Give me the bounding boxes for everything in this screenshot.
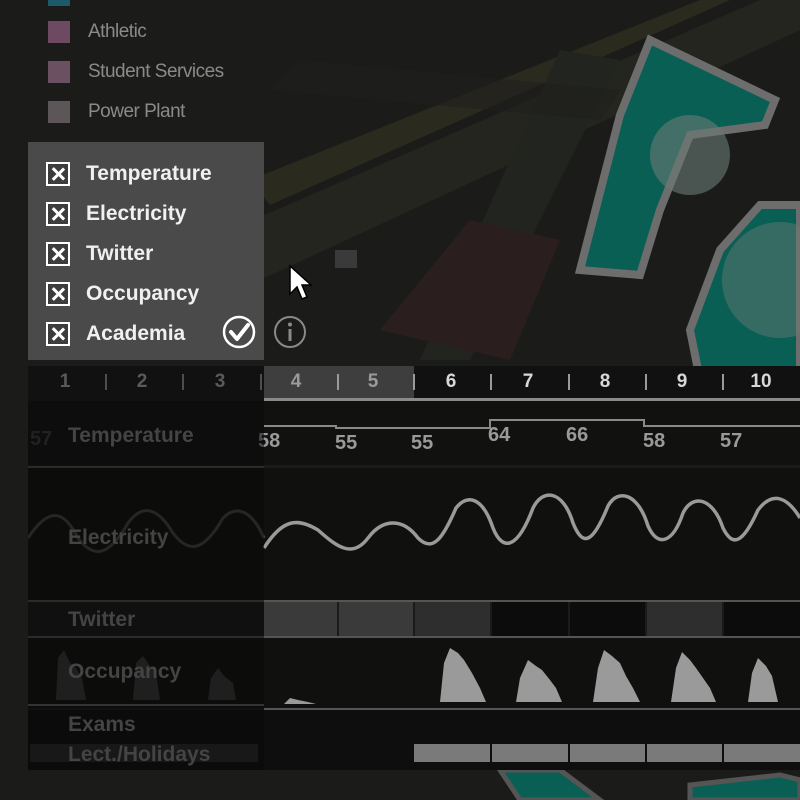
week-label-4[interactable]: 4 <box>271 366 321 398</box>
legend-label: Student Services <box>88 61 224 82</box>
week-label-7[interactable]: 7 <box>503 366 553 398</box>
week-divider <box>490 374 492 390</box>
layer-toggle-electricity[interactable]: Electricity <box>46 200 186 228</box>
checkbox-checked-icon[interactable] <box>46 322 70 346</box>
layer-label: Occupancy <box>86 282 200 305</box>
layer-label: Twitter <box>86 242 154 265</box>
layer-toggle-occupancy[interactable]: Occupancy <box>46 280 199 308</box>
week-divider <box>645 374 647 390</box>
lecture-bar <box>492 744 568 762</box>
week-divider <box>105 374 107 390</box>
temperature-value: 58 <box>643 430 666 452</box>
twitter-week-cell <box>339 602 413 636</box>
layer-label: Academia <box>86 322 186 345</box>
row-label-temperature: Temperature <box>68 424 194 447</box>
lecture-bar <box>724 744 800 762</box>
legend-swatch <box>48 101 70 123</box>
layer-toggle-temperature[interactable]: Temperature <box>46 160 212 188</box>
week-label-6[interactable]: 6 <box>426 366 476 398</box>
legend-swatch <box>48 21 70 43</box>
checkbox-checked-icon[interactable] <box>46 242 70 266</box>
week-label-3[interactable]: 3 <box>195 366 245 398</box>
lecture-bar <box>570 744 645 762</box>
twitter-week-cell <box>570 602 645 636</box>
lecture-bar <box>414 744 490 762</box>
legend-label: Athletic <box>88 21 147 42</box>
temperature-value: 64 <box>488 424 511 446</box>
week-label-5[interactable]: 5 <box>348 366 398 398</box>
row-label-electricity: Electricity <box>68 526 169 549</box>
out-of-range-overlay <box>28 398 264 770</box>
week-label-10[interactable]: 10 <box>736 366 786 398</box>
layer-toggle-academia[interactable]: Academia <box>46 320 185 348</box>
mouse-cursor-icon <box>289 264 313 300</box>
week-divider <box>413 374 415 390</box>
week-divider <box>260 374 262 390</box>
checkbox-checked-icon[interactable] <box>46 282 70 306</box>
layer-toggle-twitter[interactable]: Twitter <box>46 240 153 268</box>
twitter-week-cell <box>264 602 337 636</box>
week-label-9[interactable]: 9 <box>657 366 707 398</box>
layer-label: Electricity <box>86 202 187 225</box>
week-label-8[interactable]: 8 <box>580 366 630 398</box>
temperature-value: 66 <box>566 424 589 446</box>
legend-swatch-partial <box>48 0 70 6</box>
legend-item-student-services[interactable]: Student Services <box>48 60 224 84</box>
lecture-bar <box>647 744 722 762</box>
info-icon[interactable] <box>272 314 308 350</box>
legend-item-power-plant[interactable]: Power Plant <box>48 100 185 124</box>
checkbox-checked-icon[interactable] <box>46 202 70 226</box>
layer-label: Temperature <box>86 162 212 185</box>
confirm-check-icon[interactable] <box>221 314 257 350</box>
row-label-lect-holidays: Lect./Holidays <box>68 743 211 766</box>
week-divider <box>182 374 184 390</box>
temperature-value: 55 <box>411 432 434 454</box>
week-label-1[interactable]: 1 <box>40 366 90 398</box>
twitter-week-cell <box>647 602 722 636</box>
twitter-week-cell <box>415 602 490 636</box>
twitter-week-cell <box>492 602 568 636</box>
week-divider <box>337 374 339 390</box>
row-label-exams: Exams <box>68 713 136 736</box>
legend-swatch <box>48 61 70 83</box>
week-divider <box>722 374 724 390</box>
twitter-week-cell <box>724 602 800 636</box>
legend-item-athletic[interactable]: Athletic <box>48 20 147 44</box>
row-label-twitter: Twitter <box>68 608 136 631</box>
checkbox-checked-icon[interactable] <box>46 162 70 186</box>
row-label-occupancy: Occupancy <box>68 660 182 683</box>
week-label-2[interactable]: 2 <box>117 366 167 398</box>
week-divider <box>568 374 570 390</box>
legend-label: Power Plant <box>88 101 185 122</box>
temperature-value: 57 <box>720 430 743 452</box>
temperature-value: 55 <box>335 432 358 454</box>
